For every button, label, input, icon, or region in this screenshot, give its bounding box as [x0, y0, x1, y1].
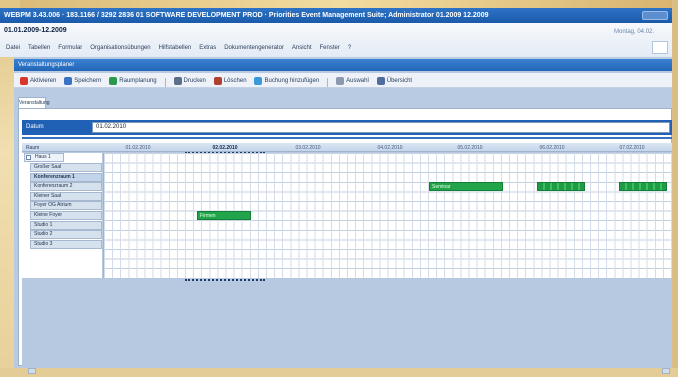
header-search-box[interactable] [652, 41, 668, 54]
booking-block[interactable]: Firmen [197, 211, 251, 220]
room-row[interactable]: Kleine Foyer [30, 211, 102, 220]
date-header-label: 07.02.2010 [619, 145, 645, 151]
room-row[interactable]: Großer Saal [30, 163, 102, 172]
menu-dokumente[interactable]: Dokumentengenerator [224, 43, 284, 54]
window-title: WEBPM 3.43.006 · 183.1166 / 3292 2836 01… [4, 12, 489, 19]
room-row[interactable]: Foyer OG Atrium [30, 201, 102, 211]
toolbar-save-button[interactable]: Speichern [64, 73, 101, 87]
room-row[interactable]: Studio 3 [30, 239, 102, 249]
date-header-label: 06.02.2010 [539, 145, 565, 151]
menu-help[interactable]: ? [348, 43, 351, 54]
calendar-area[interactable] [103, 153, 672, 278]
tab-veranstaltung[interactable]: Veranstaltung [18, 97, 50, 108]
menu-organisation[interactable]: Organisationsübungen [90, 43, 150, 54]
menu-tabellen[interactable]: Tabellen [28, 43, 50, 54]
menu-hilfstabellen[interactable]: Hilfstabellen [159, 43, 192, 54]
room-column-header: Raum [26, 145, 40, 151]
toolbar-select-button[interactable]: Auswahl [336, 73, 369, 87]
filter-divider [22, 137, 672, 139]
toolbar: Aktivieren Speichern Raumplanung Drucken… [14, 73, 672, 88]
toolbar-overview-button[interactable]: Übersicht [376, 73, 412, 87]
toolbar-delete-button[interactable]: Löschen [213, 73, 247, 87]
period-label: 01.01.2009-12.2009 [4, 27, 67, 34]
booking-block[interactable] [537, 182, 585, 192]
toolbar-divider [164, 77, 166, 87]
date-header-label: 02.02.2010 [212, 145, 238, 151]
scroll-right-button[interactable] [662, 368, 670, 374]
filter-label: Datum [26, 124, 44, 130]
toolbar-print-button[interactable]: Drucken [173, 73, 206, 87]
overview-icon [376, 76, 385, 85]
select-icon [336, 76, 345, 85]
booking-block[interactable] [619, 182, 667, 192]
window-titlebar: WEBPM 3.43.006 · 183.1166 / 3292 2836 01… [0, 8, 672, 23]
booking-block[interactable]: Seminar [429, 182, 503, 192]
today-marker-bottom [185, 279, 265, 281]
delete-icon [213, 76, 222, 85]
room-row[interactable]: Studio 1 [30, 220, 102, 230]
calendar-icon [109, 76, 118, 85]
menu-bar: Datei Tabellen Formular Organisationsübu… [0, 43, 672, 54]
scroll-left-button[interactable] [28, 368, 36, 374]
menu-formular[interactable]: Formular [58, 43, 82, 54]
refresh-icon [20, 76, 28, 85]
date-header-label: 01.02.2010 [125, 145, 151, 151]
toolbar-divider [327, 77, 329, 87]
print-icon [173, 76, 182, 85]
add-booking-icon [254, 76, 263, 85]
collapse-icon[interactable] [26, 155, 31, 160]
room-row[interactable]: Konferenzraum 1 [30, 172, 102, 182]
menu-extras[interactable]: Extras [199, 43, 216, 54]
save-icon [64, 76, 73, 85]
window-frame-bottom [0, 368, 678, 377]
room-row[interactable]: Studio 2 [30, 230, 102, 240]
current-date: Montag, 04.02. [614, 29, 655, 35]
menu-ansicht[interactable]: Ansicht [292, 43, 312, 54]
room-row[interactable]: Kleiner Saal [30, 191, 102, 201]
toolbar-add-booking-button[interactable]: Buchung hinzufügen [254, 73, 319, 87]
toolbar-activate-button[interactable]: Aktivieren [20, 73, 56, 87]
date-header-label: 04.02.2010 [377, 145, 403, 151]
menu-datei[interactable]: Datei [6, 43, 20, 54]
date-header-label: 03.02.2010 [295, 145, 321, 151]
panel-title: Veranstaltungsplaner [14, 59, 672, 71]
menu-fenster[interactable]: Fenster [320, 43, 340, 54]
room-row[interactable]: Konferenzraum 2 [30, 182, 102, 192]
toolbar-room-planning-button[interactable]: Raumplanung [109, 73, 157, 87]
date-header-label: 05.02.2010 [457, 145, 483, 151]
date-filter-input[interactable]: 01.02.2010 [92, 122, 670, 133]
window-frame-right [672, 0, 678, 377]
window-controls[interactable] [642, 11, 668, 20]
